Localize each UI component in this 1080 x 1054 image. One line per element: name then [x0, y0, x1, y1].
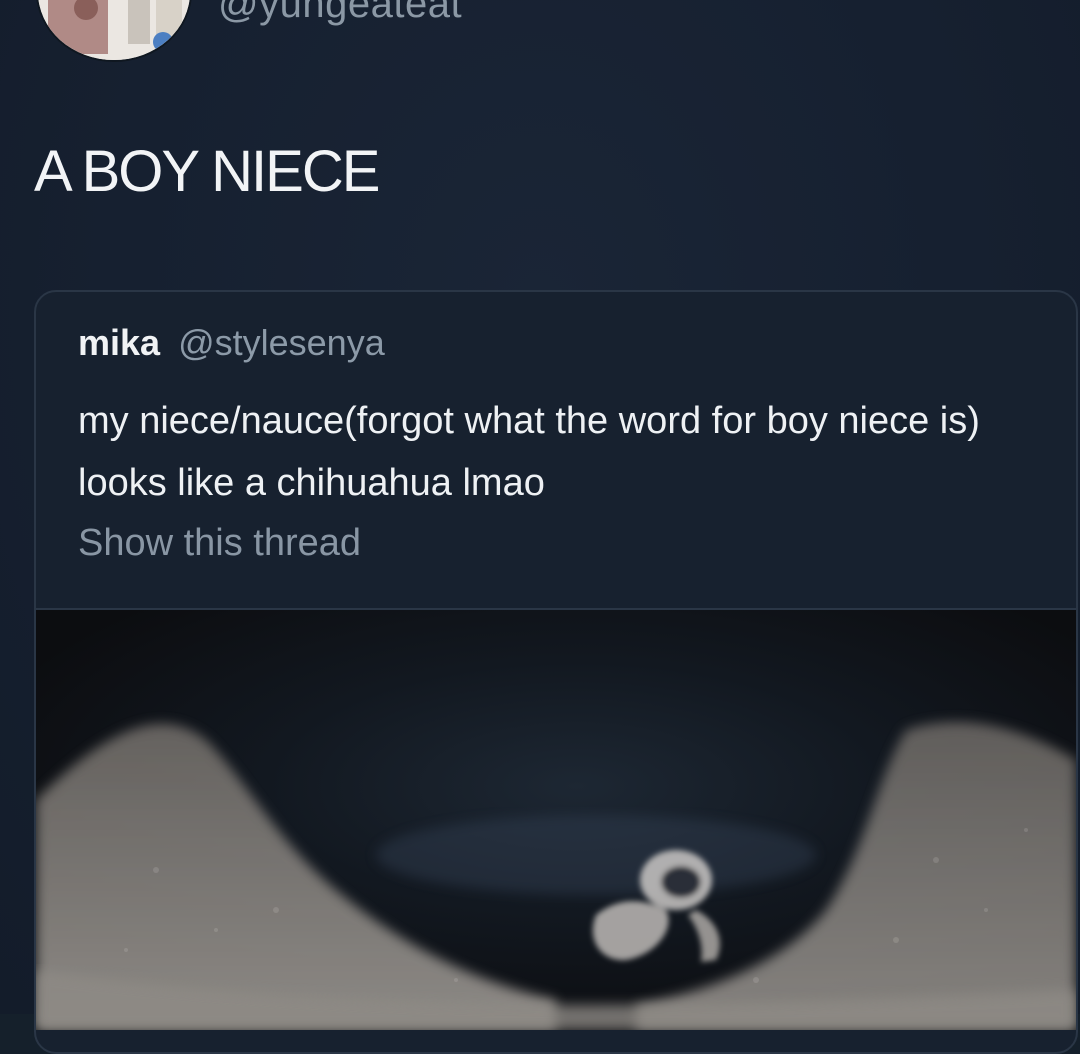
quoted-author-handle[interactable]: @stylesenya [178, 322, 385, 363]
tweet-author-handle[interactable]: @yungeateat [218, 0, 462, 27]
quoted-author-name[interactable]: mika [78, 322, 160, 363]
avatar[interactable] [36, 0, 192, 62]
tweet-view: @yungeateat A BOY NIECE mika @stylesenya… [0, 0, 1080, 1054]
quoted-tweet-header: mika @stylesenya [78, 322, 385, 364]
quoted-tweet-card[interactable]: mika @stylesenya my niece/nauce(forgot w… [34, 290, 1078, 1054]
tweet-text: A BOY NIECE [34, 139, 380, 204]
avatar-photo [38, 0, 190, 60]
ultrasound-image [36, 610, 1076, 1030]
quoted-tweet-text: my niece/nauce(forgot what the word for … [78, 400, 980, 504]
quoted-tweet-media[interactable] [36, 608, 1076, 1030]
show-thread-link[interactable]: Show this thread [78, 522, 361, 565]
